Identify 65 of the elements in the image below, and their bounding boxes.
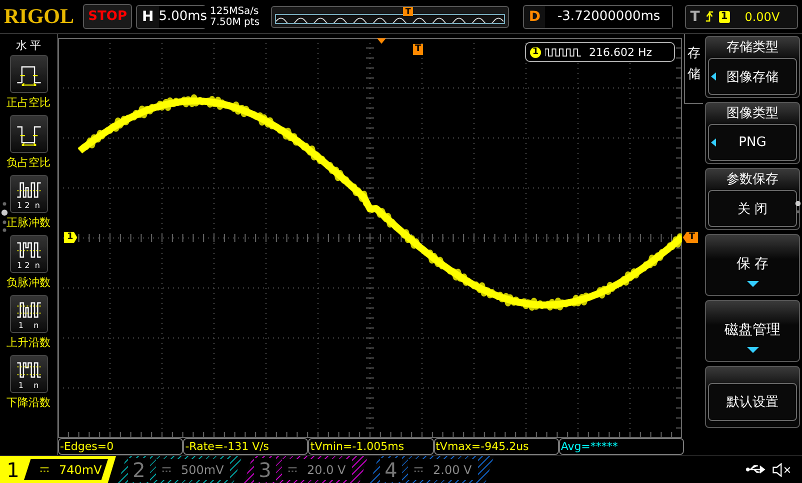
trigger-level-marker[interactable]: T (682, 232, 698, 243)
menu-label: 正脉冲数 (6, 215, 50, 231)
page-dots-icon (795, 200, 801, 216)
channel-tab[interactable]: 2 500mV (118, 456, 242, 483)
menu-label: 负占空比 (6, 155, 50, 171)
option-value: PNG (738, 135, 766, 150)
horizontal-scale-display[interactable]: H 5.00ms (136, 4, 206, 28)
measure-button[interactable]: 1 2 n (10, 235, 48, 273)
memory-depth: 7.50M pts (210, 16, 261, 28)
icon-caption: 1 2 n (17, 262, 40, 270)
usb-icon (746, 464, 766, 475)
menu-title: 存储 (688, 45, 700, 84)
measurement-value: tVmin=-1.005ms (310, 440, 404, 453)
measure-button[interactable]: 1 n (10, 355, 48, 393)
channel-tab[interactable]: 3 20.0 V (244, 456, 368, 483)
speaker-muted-icon (772, 462, 792, 476)
channel-tab[interactable]: 1 740mV (0, 456, 116, 483)
softkey-button[interactable]: 默认设置 (705, 366, 800, 428)
softkey-button[interactable]: 磁盘管理 (705, 300, 800, 362)
menu-label: 正占空比 (6, 95, 50, 111)
measurement-value: -Edges=0 (60, 440, 114, 453)
down-arrow-icon (746, 347, 758, 353)
delay-display[interactable]: D -3.72000000ms (522, 4, 674, 28)
measure-button[interactable] (10, 115, 48, 153)
down-arrow-icon (746, 281, 758, 287)
menu-label: 负脉冲数 (6, 275, 50, 291)
dc-coupling-icon (288, 467, 297, 472)
menu-title: 水 平 (16, 38, 42, 53)
left-arrow-icon (711, 138, 716, 147)
frequency-counter: 1 216.602 Hz (525, 42, 675, 62)
softkey-button[interactable]: 图像类型 PNG (705, 102, 800, 164)
channel-offset-marker[interactable]: 1 (64, 232, 78, 243)
menu-label: 上升沿数 (6, 335, 50, 351)
rising-edge-icon (704, 10, 714, 23)
button-label: 默认设置 (726, 394, 778, 411)
measurement-value: Avg=***** (560, 440, 618, 453)
icon-caption: 1 n (18, 382, 39, 390)
measure-button[interactable]: 1 2 n (10, 175, 48, 213)
left-arrow-icon (711, 72, 716, 81)
icon-caption: 1 2 n (17, 202, 40, 210)
dc-coupling-icon (40, 467, 49, 472)
square-wave-icon (545, 48, 581, 56)
run-state-indicator[interactable]: STOP (83, 4, 132, 29)
page-dots-icon (1, 200, 8, 234)
icon-caption: 1 n (18, 322, 39, 330)
option-value: 图像存储 (726, 68, 778, 86)
overview-wave-icon (275, 14, 505, 24)
trigger-position-marker: T (403, 6, 413, 16)
dc-coupling-icon (162, 467, 171, 472)
trigger-position-marker: T (413, 44, 424, 55)
measure-button[interactable]: 1 n (10, 295, 48, 333)
dc-coupling-icon (414, 467, 423, 472)
option-value: 关 闭 (737, 200, 768, 218)
brand-logo: RIGOL (4, 4, 76, 29)
measurement-value: -Rate=-131 V/s (185, 440, 270, 453)
channel-tab[interactable]: 4 2.00 V (370, 456, 494, 483)
trigger-display[interactable]: T 1 0.00V (685, 4, 798, 28)
softkey-button[interactable]: 存储类型 图像存储 (705, 36, 800, 98)
trigger-position-arrow-icon (377, 38, 386, 44)
measure-button[interactable] (10, 55, 48, 93)
measurement-value: tVmax=-945.2us (436, 440, 529, 453)
softkey-button[interactable]: 保 存 (705, 234, 800, 296)
softkey-button[interactable]: 参数保存 关 闭 (705, 168, 800, 230)
sample-rate: 125MSa/s (210, 6, 260, 16)
menu-label: 下降沿数 (6, 395, 50, 411)
